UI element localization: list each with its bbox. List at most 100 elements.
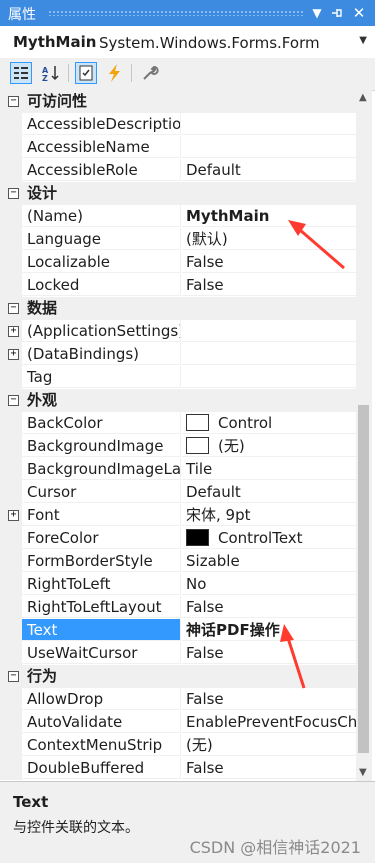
row-margin (0, 435, 22, 458)
property-name: RightToLeft (22, 573, 181, 595)
property-row[interactable]: Localizable False (0, 251, 356, 274)
property-value[interactable] (182, 136, 356, 158)
property-row[interactable]: AccessibleName (0, 136, 356, 159)
category-appearance[interactable]: − 外观 (0, 389, 356, 412)
property-row[interactable]: BackgroundImage (无) (0, 435, 356, 458)
collapse-icon[interactable]: − (8, 96, 19, 107)
property-value[interactable]: 宋体, 9pt (182, 504, 356, 526)
pin-icon[interactable] (328, 3, 346, 23)
property-value[interactable]: False (182, 596, 356, 618)
property-pages-icon[interactable] (139, 62, 161, 84)
collapse-icon[interactable]: − (8, 303, 19, 314)
property-name: (Name) (22, 205, 181, 227)
property-row[interactable]: AutoValidate EnablePreventFocusChange (0, 711, 356, 734)
property-value-cell[interactable]: ControlText (182, 527, 356, 549)
property-row[interactable]: + (DataBindings) (0, 343, 356, 366)
row-margin (0, 711, 22, 734)
property-value[interactable]: False (182, 274, 356, 296)
description-text: 与控件关联的文本。 (13, 820, 139, 836)
property-value[interactable]: (无) (182, 734, 356, 756)
property-value[interactable]: False (182, 688, 356, 710)
property-name: RightToLeftLayout (22, 596, 181, 618)
property-value[interactable]: Default (182, 481, 356, 503)
property-value[interactable]: False (182, 642, 356, 664)
expand-icon[interactable]: + (8, 349, 19, 360)
property-row[interactable]: + (ApplicationSettings) (0, 320, 356, 343)
property-name: UseWaitCursor (22, 642, 181, 664)
svg-text:Z: Z (42, 74, 48, 82)
property-name: DoubleBuffered (22, 757, 181, 779)
categorized-icon[interactable] (10, 62, 32, 84)
property-row[interactable]: RightToLeft No (0, 573, 356, 596)
property-name: ForeColor (22, 527, 181, 549)
property-value-cell[interactable]: Control (182, 412, 356, 434)
row-margin (0, 159, 22, 182)
close-icon[interactable]: ✕ (350, 3, 368, 23)
property-value[interactable]: False (182, 757, 356, 779)
property-row[interactable]: RightToLeftLayout False (0, 596, 356, 619)
property-value: (无) (218, 437, 245, 455)
property-row[interactable]: Language (默认) (0, 228, 356, 251)
row-margin (0, 642, 22, 665)
chevron-down-icon[interactable]: ▼ (359, 35, 367, 46)
property-value-cell[interactable]: (无) (182, 435, 356, 457)
collapse-icon[interactable]: − (8, 671, 19, 682)
alphabetical-icon[interactable]: AZ (40, 62, 62, 84)
property-row[interactable]: AccessibleRole Default (0, 159, 356, 182)
property-row[interactable]: (Name) MythMain (0, 205, 356, 228)
object-selector[interactable]: MythMain System.Windows.Forms.Form ▼ (0, 26, 375, 59)
category-design[interactable]: − 设计 (0, 182, 356, 205)
property-row[interactable]: BackgroundImageLayout Tile (0, 458, 356, 481)
property-row[interactable]: + Font 宋体, 9pt (0, 504, 356, 527)
vertical-scrollbar[interactable]: ▲ ▼ (356, 90, 372, 781)
property-row[interactable]: Cursor Default (0, 481, 356, 504)
property-row[interactable]: AccessibleDescription (0, 113, 356, 136)
row-margin (0, 734, 22, 757)
property-value[interactable]: MythMain (182, 205, 356, 227)
row-margin (0, 550, 22, 573)
object-name: MythMain (13, 33, 97, 51)
property-row[interactable]: ForeColor ControlText (0, 527, 356, 550)
row-margin (0, 757, 22, 780)
property-value[interactable]: Sizable (182, 550, 356, 572)
expand-icon[interactable]: + (8, 326, 19, 337)
scroll-up-icon[interactable]: ▲ (359, 92, 367, 103)
category-accessibility[interactable]: − 可访问性 (0, 90, 356, 113)
expand-icon[interactable]: + (8, 510, 19, 521)
property-name: AccessibleDescription (22, 113, 181, 135)
properties-icon[interactable] (75, 62, 97, 84)
property-row[interactable]: ContextMenuStrip (无) (0, 734, 356, 757)
property-row[interactable]: DoubleBuffered False (0, 757, 356, 780)
scroll-down-icon[interactable]: ▼ (359, 767, 367, 778)
property-value[interactable]: 神话PDF操作 (182, 619, 356, 641)
category-behavior[interactable]: − 行为 (0, 665, 356, 688)
chevron-down-icon[interactable]: ▼ (308, 3, 326, 23)
property-value[interactable]: EnablePreventFocusChange (182, 711, 356, 733)
property-value[interactable]: Tile (182, 458, 356, 480)
property-value[interactable] (182, 343, 356, 365)
property-value[interactable]: No (182, 573, 356, 595)
color-swatch (186, 529, 209, 546)
property-row[interactable]: AllowDrop False (0, 688, 356, 711)
row-margin (0, 458, 22, 481)
property-value[interactable]: False (182, 251, 356, 273)
property-row-selected[interactable]: Text 神话PDF操作 (0, 619, 356, 642)
events-icon[interactable] (104, 62, 126, 84)
scroll-thumb[interactable] (358, 405, 369, 753)
property-value[interactable] (182, 320, 356, 342)
property-name: Language (22, 228, 181, 250)
property-value[interactable]: Default (182, 159, 356, 181)
property-value[interactable]: (默认) (182, 228, 356, 250)
property-value[interactable] (182, 113, 356, 135)
property-value[interactable] (182, 366, 356, 388)
property-row[interactable]: UseWaitCursor False (0, 642, 356, 665)
category-label: 外观 (27, 391, 58, 409)
property-row[interactable]: FormBorderStyle Sizable (0, 550, 356, 573)
category-data[interactable]: − 数据 (0, 297, 356, 320)
collapse-icon[interactable]: − (8, 188, 19, 199)
property-row[interactable]: BackColor Control (0, 412, 356, 435)
property-row[interactable]: Locked False (0, 274, 356, 297)
collapse-icon[interactable]: − (8, 395, 19, 406)
property-row[interactable]: Tag (0, 366, 356, 389)
property-name: FormBorderStyle (22, 550, 181, 572)
